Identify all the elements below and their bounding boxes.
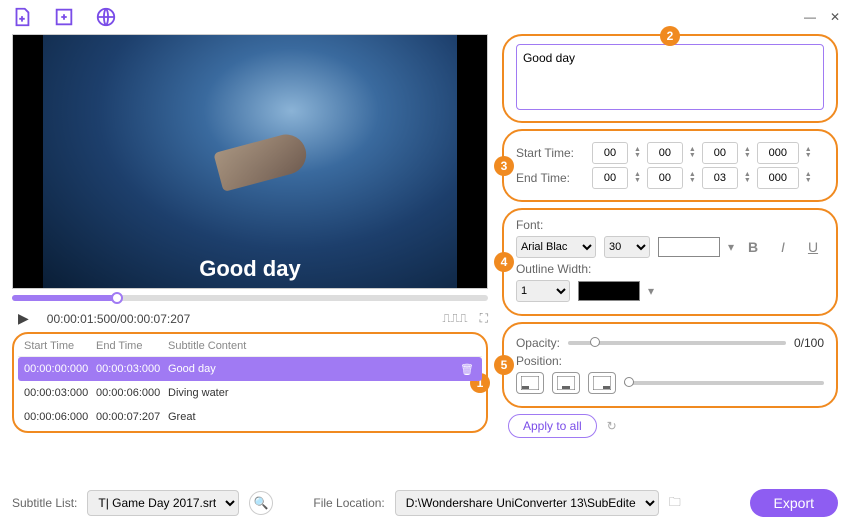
col-content: Subtitle Content	[168, 340, 476, 352]
table-row[interactable]: 00:00:06:00000:00:07:207Great	[18, 405, 482, 429]
end-s[interactable]	[702, 167, 738, 189]
italic-button[interactable]: I	[772, 236, 794, 258]
opacity-value: 0/100	[794, 336, 824, 350]
bold-button[interactable]: B	[742, 236, 764, 258]
video-preview[interactable]: Good day	[12, 34, 488, 289]
open-folder-icon[interactable]: 🗀	[669, 493, 681, 514]
callout-badge-3: 3	[494, 156, 514, 176]
apply-to-all-button[interactable]: Apply to all	[508, 414, 597, 438]
subtitle-list-label: Subtitle List:	[12, 496, 77, 510]
end-ms[interactable]	[757, 167, 799, 189]
start-ms[interactable]	[757, 142, 799, 164]
col-end-time: End Time	[96, 340, 168, 352]
position-label: Position:	[516, 354, 824, 368]
col-start-time: Start Time	[24, 340, 96, 352]
minimize-button[interactable]: —	[804, 10, 816, 24]
opacity-slider[interactable]	[568, 341, 786, 345]
spinner[interactable]: ▲▼	[744, 172, 751, 184]
translate-icon[interactable]	[94, 5, 118, 29]
file-location-select[interactable]: D:\Wondershare UniConverter 13\SubEdite	[395, 490, 659, 516]
align-right-button[interactable]	[588, 372, 616, 394]
outline-label: Outline Width:	[516, 262, 824, 276]
search-subtitle-icon[interactable]: 🔍	[249, 491, 273, 515]
subtitle-overlay: Good day	[13, 256, 487, 282]
fullscreen-icon[interactable]: ⛶	[480, 311, 488, 326]
time-display: 00:00:01:500/00:00:07:207	[47, 312, 190, 326]
spinner[interactable]: ▲▼	[634, 147, 641, 159]
align-left-button[interactable]	[516, 372, 544, 394]
spinner[interactable]: ▲▼	[805, 147, 812, 159]
end-h[interactable]	[592, 167, 628, 189]
font-group: 4 Font: Arial Blac 30 ▾ B I U Outline Wi…	[502, 208, 838, 316]
font-select[interactable]: Arial Blac	[516, 236, 596, 258]
font-size-select[interactable]: 30	[604, 236, 650, 258]
callout-badge-5: 5	[494, 355, 514, 375]
callout-badge-2: 2	[660, 26, 680, 46]
start-time-label: Start Time:	[516, 146, 586, 160]
delete-row-icon[interactable]: 🗑	[460, 363, 474, 376]
underline-button[interactable]: U	[802, 236, 824, 258]
spinner[interactable]: ▲▼	[744, 147, 751, 159]
position-slider[interactable]	[624, 381, 824, 385]
close-button[interactable]: ✕	[830, 10, 840, 24]
spinner[interactable]: ▲▼	[689, 147, 696, 159]
font-color-swatch[interactable]	[658, 237, 720, 257]
new-file-icon[interactable]	[10, 5, 34, 29]
play-button[interactable]: ▶	[12, 309, 35, 328]
subtitle-file-select[interactable]: T| Game Day 2017.srt	[87, 490, 239, 516]
outline-color-swatch[interactable]	[578, 281, 640, 301]
add-box-icon[interactable]	[52, 5, 76, 29]
export-button[interactable]: Export	[750, 489, 838, 517]
start-m[interactable]	[647, 142, 683, 164]
outline-width-select[interactable]: 1	[516, 280, 570, 302]
waveform-icon[interactable]: ⎍⎍⎍	[442, 311, 467, 326]
callout-badge-4: 4	[494, 252, 514, 272]
font-label: Font:	[516, 218, 824, 232]
spinner[interactable]: ▲▼	[805, 172, 812, 184]
subtitle-text-input[interactable]: Good day	[516, 44, 824, 110]
opacity-position-group: 5 Opacity: 0/100 Position:	[502, 322, 838, 408]
align-center-button[interactable]	[552, 372, 580, 394]
subtitle-text-group: 2 Good day	[502, 34, 838, 123]
reset-icon[interactable]: ↻	[607, 419, 617, 433]
file-location-label: File Location:	[313, 496, 384, 510]
start-h[interactable]	[592, 142, 628, 164]
spinner[interactable]: ▲▼	[689, 172, 696, 184]
table-row[interactable]: 00:00:00:00000:00:03:000Good day🗑	[18, 357, 482, 381]
start-s[interactable]	[702, 142, 738, 164]
table-row[interactable]: 00:00:03:00000:00:06:000Diving water	[18, 381, 482, 405]
opacity-label: Opacity:	[516, 336, 560, 350]
spinner[interactable]: ▲▼	[634, 172, 641, 184]
timing-group: 3 Start Time: ▲▼ ▲▼ ▲▼ ▲▼ End Time: ▲▼ ▲…	[502, 129, 838, 202]
end-m[interactable]	[647, 167, 683, 189]
end-time-label: End Time:	[516, 171, 586, 185]
seek-bar[interactable]	[12, 295, 488, 301]
